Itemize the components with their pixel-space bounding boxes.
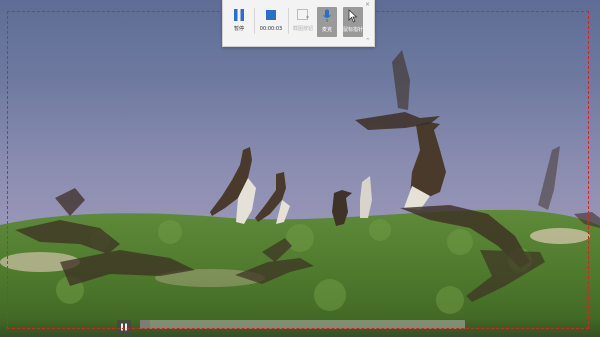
flying-bird — [538, 146, 560, 210]
video-pause-button[interactable] — [117, 320, 131, 333]
standing-bird — [332, 190, 352, 226]
flying-bird — [15, 188, 195, 286]
stop-icon — [262, 6, 280, 24]
mouse-pointer-label: 鼠标指针 — [343, 27, 364, 33]
standing-bird — [360, 176, 372, 218]
flying-bird — [355, 50, 440, 130]
close-icon[interactable]: × — [365, 2, 370, 8]
flying-bird — [574, 212, 600, 228]
microphone-toggle[interactable]: 麦克 — [317, 7, 337, 37]
video-frame — [0, 0, 600, 337]
elapsed-time-label: 00:00:03 — [259, 26, 283, 32]
video-progress-bar[interactable] — [140, 320, 465, 329]
mouse-pointer-toggle[interactable]: 鼠标指针 — [343, 7, 363, 37]
pause-icon — [121, 323, 127, 330]
pause-recording-button[interactable]: 暂停 — [227, 6, 251, 38]
screenshot-button[interactable]: 截图按钮 — [291, 6, 315, 38]
microphone-icon — [318, 7, 336, 25]
birds-layer — [15, 50, 600, 302]
screenshot-label: 截图按钮 — [292, 26, 313, 32]
video-progress-fill — [140, 320, 150, 329]
microphone-label: 麦克 — [321, 27, 332, 33]
pause-label: 暂停 — [233, 26, 244, 32]
toolbar-divider — [254, 8, 255, 34]
screenshot-icon — [294, 6, 312, 24]
standing-bird — [404, 122, 446, 210]
mouse-pointer-icon — [344, 7, 362, 25]
flying-bird — [235, 238, 314, 284]
flying-bird — [400, 205, 545, 302]
screen: 暂停 00:00:03 截图按钮 麦克 鼠标指针 × ^ — [0, 0, 600, 337]
stop-recording-button[interactable]: 00:00:03 — [258, 6, 284, 38]
screen-recorder-toolbar: 暂停 00:00:03 截图按钮 麦克 鼠标指针 × ^ — [222, 0, 375, 47]
toolbar-divider — [288, 8, 289, 34]
pause-icon — [230, 6, 248, 24]
collapse-icon[interactable]: ^ — [366, 39, 370, 44]
standing-bird — [210, 147, 256, 224]
standing-bird — [255, 172, 290, 224]
